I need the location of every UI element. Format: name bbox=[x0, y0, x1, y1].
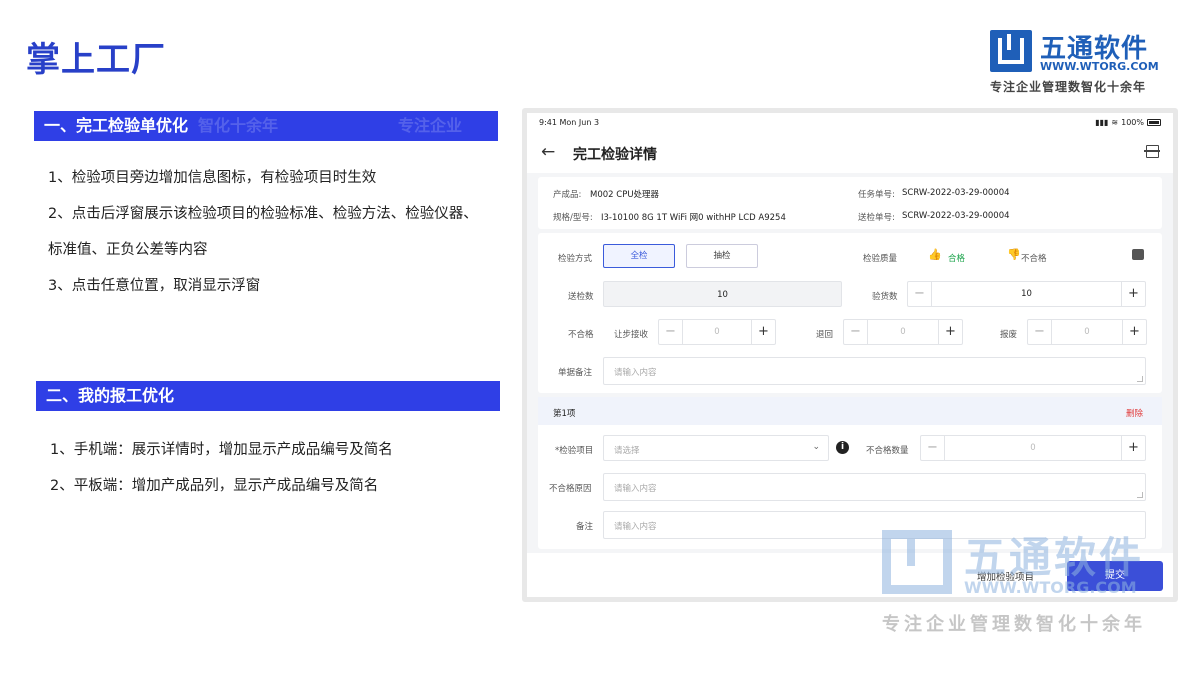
concession-stepper[interactable]: − 0 + bbox=[658, 319, 776, 345]
section1-watermark-b: 专注企业 bbox=[398, 116, 463, 135]
camera-icon[interactable] bbox=[1132, 249, 1144, 260]
section1-title: 一、完工检验单优化 bbox=[44, 116, 189, 135]
accept-label: 验货数 bbox=[872, 292, 898, 302]
concession-value[interactable]: 0 bbox=[683, 320, 751, 344]
accept-stepper[interactable]: − 10 + bbox=[907, 281, 1146, 307]
section1-line: 3、点击任意位置，取消显示浮窗 bbox=[48, 278, 261, 294]
section2-title: 二、我的报工优化 bbox=[46, 386, 175, 405]
concession-minus-button[interactable]: − bbox=[659, 320, 683, 344]
status-time: 9:41 Mon Jun 3 bbox=[539, 118, 600, 127]
check-item-select[interactable]: 请选择 ⌄ bbox=[603, 435, 829, 461]
page-title: 掌上工厂 bbox=[26, 40, 166, 80]
defect-qty-stepper[interactable]: − 0 + bbox=[920, 435, 1146, 461]
sent-field: 10 bbox=[603, 281, 842, 307]
thumbs-up-icon[interactable]: 👍 bbox=[928, 248, 942, 261]
check-item-placeholder: 请选择 bbox=[614, 446, 640, 456]
scrap-stepper[interactable]: − 0 + bbox=[1027, 319, 1147, 345]
check-item-label: *检验项目 bbox=[555, 446, 594, 456]
method-full-button[interactable]: 全检 bbox=[603, 244, 675, 268]
concession-plus-button[interactable]: + bbox=[751, 320, 775, 344]
logo-url: WWW.WTORG.COM bbox=[1040, 60, 1159, 73]
scan-icon[interactable] bbox=[1144, 145, 1160, 158]
return-value[interactable]: 0 bbox=[868, 320, 938, 344]
quality-pass[interactable]: 合格 bbox=[948, 252, 965, 264]
status-bar: 9:41 Mon Jun 3 ▮▮▮ ≋ 100% bbox=[527, 113, 1173, 133]
info-card: 产成品: M002 CPU处理器 规格/型号: I3-10100 8G 1T W… bbox=[538, 177, 1162, 229]
section2-line: 2、平板端：增加产成品列，显示产成品编号及简名 bbox=[50, 478, 379, 494]
item-header: 第1项 删除 bbox=[538, 397, 1162, 425]
watermark-logo: 五通软件 WWW.WTORG.COM 专注企业管理数智化十余年 bbox=[882, 528, 1172, 638]
defect-reason-label: 不合格原因 bbox=[549, 484, 592, 494]
scrap-plus-button[interactable]: + bbox=[1122, 320, 1146, 344]
watermark-url: WWW.WTORG.COM bbox=[964, 578, 1137, 597]
remark-label: 单据备注 bbox=[558, 368, 593, 378]
remark-placeholder: 请输入内容 bbox=[614, 368, 657, 378]
spec-label: 规格/型号: bbox=[553, 213, 593, 223]
quality-fail[interactable]: 不合格 bbox=[1021, 252, 1047, 264]
defect-qty-value[interactable]: 0 bbox=[945, 436, 1121, 460]
form-card: 检验方式 全检 抽检 检验质量 👍 合格 👎 不合格 送检数 10 验货数 − … bbox=[538, 233, 1162, 393]
defect-qty-minus-button[interactable]: − bbox=[921, 436, 945, 460]
return-minus-button[interactable]: − bbox=[844, 320, 868, 344]
method-sample-button[interactable]: 抽检 bbox=[686, 244, 758, 268]
quality-label: 检验质量 bbox=[863, 254, 898, 264]
nav-bar: ← 完工检验详情 bbox=[527, 133, 1173, 173]
brand-logo: 五通软件 WWW.WTORG.COM 专注企业管理数智化十余年 bbox=[990, 30, 1175, 96]
resize-handle-icon[interactable] bbox=[1137, 492, 1143, 498]
section1-line: 2、点击后浮窗展示该检验项目的检验标准、检验方法、检验仪器、 bbox=[48, 206, 478, 222]
signal-icon: ▮▮▮ bbox=[1095, 118, 1109, 127]
delete-button[interactable]: 删除 bbox=[1126, 407, 1143, 419]
method-label: 检验方式 bbox=[558, 254, 593, 264]
task-value: SCRW-2022-03-29-00004 bbox=[902, 188, 1010, 198]
section1-header: 一、完工检验单优化 智化十余年 专注企业 bbox=[34, 111, 498, 141]
thumbs-down-icon[interactable]: 👎 bbox=[1007, 248, 1021, 261]
wifi-icon: ≋ bbox=[1111, 118, 1119, 127]
return-stepper[interactable]: − 0 + bbox=[843, 319, 963, 345]
section2-line: 1、手机端：展示详情时，增加显示产成品编号及简名 bbox=[50, 442, 393, 458]
concession-label: 让步接收 bbox=[614, 330, 649, 340]
chevron-down-icon[interactable]: ⌄ bbox=[812, 442, 820, 452]
nav-title: 完工检验详情 bbox=[573, 147, 657, 163]
watermark-mark-icon bbox=[882, 530, 952, 594]
task-label: 任务单号: bbox=[858, 190, 895, 200]
note-label: 备注 bbox=[576, 522, 594, 532]
info-icon[interactable]: i bbox=[836, 441, 849, 454]
defect-qty-plus-button[interactable]: + bbox=[1121, 436, 1145, 460]
remark-input[interactable]: 请输入内容 bbox=[603, 357, 1146, 385]
watermark-slogan: 专注企业管理数智化十余年 bbox=[882, 614, 1146, 635]
section1-line: 1、检验项目旁边增加信息图标，有检验项目时生效 bbox=[48, 170, 377, 186]
reject-label: 不合格 bbox=[568, 330, 594, 340]
product-value: M002 CPU处理器 bbox=[590, 190, 660, 200]
sent-value: 10 bbox=[717, 290, 728, 300]
accept-plus-button[interactable]: + bbox=[1121, 282, 1145, 306]
scrap-minus-button[interactable]: − bbox=[1028, 320, 1052, 344]
send-label: 送检单号: bbox=[858, 213, 895, 223]
item-title: 第1项 bbox=[553, 409, 576, 419]
section2-header: 二、我的报工优化 bbox=[36, 381, 500, 411]
sent-label: 送检数 bbox=[568, 292, 594, 302]
section1-line: 标准值、正负公差等内容 bbox=[48, 242, 208, 258]
defect-qty-label: 不合格数量 bbox=[866, 446, 909, 456]
defect-reason-placeholder: 请输入内容 bbox=[614, 484, 657, 494]
battery-percent: 100% bbox=[1121, 118, 1144, 127]
scrap-value[interactable]: 0 bbox=[1052, 320, 1122, 344]
back-arrow-icon[interactable]: ← bbox=[541, 142, 555, 162]
logo-mark-icon bbox=[990, 30, 1032, 72]
battery-icon bbox=[1147, 119, 1161, 126]
defect-reason-input[interactable]: 请输入内容 bbox=[603, 473, 1146, 501]
return-label: 退回 bbox=[816, 330, 834, 340]
spec-value: I3-10100 8G 1T WiFi 网0 withHP LCD A9254 bbox=[601, 213, 786, 223]
accept-minus-button[interactable]: − bbox=[908, 282, 932, 306]
scrap-label: 报废 bbox=[1000, 330, 1018, 340]
section1-watermark-a: 智化十余年 bbox=[198, 116, 279, 135]
return-plus-button[interactable]: + bbox=[938, 320, 962, 344]
send-value: SCRW-2022-03-29-00004 bbox=[902, 211, 1010, 221]
note-placeholder: 请输入内容 bbox=[614, 522, 657, 532]
status-right: ▮▮▮ ≋ 100% bbox=[1095, 118, 1161, 127]
watermark-name: 五通软件 bbox=[964, 533, 1145, 582]
resize-handle-icon[interactable] bbox=[1137, 376, 1143, 382]
accept-value[interactable]: 10 bbox=[932, 282, 1121, 306]
product-label: 产成品: bbox=[553, 190, 582, 200]
logo-slogan: 专注企业管理数智化十余年 bbox=[990, 80, 1147, 94]
